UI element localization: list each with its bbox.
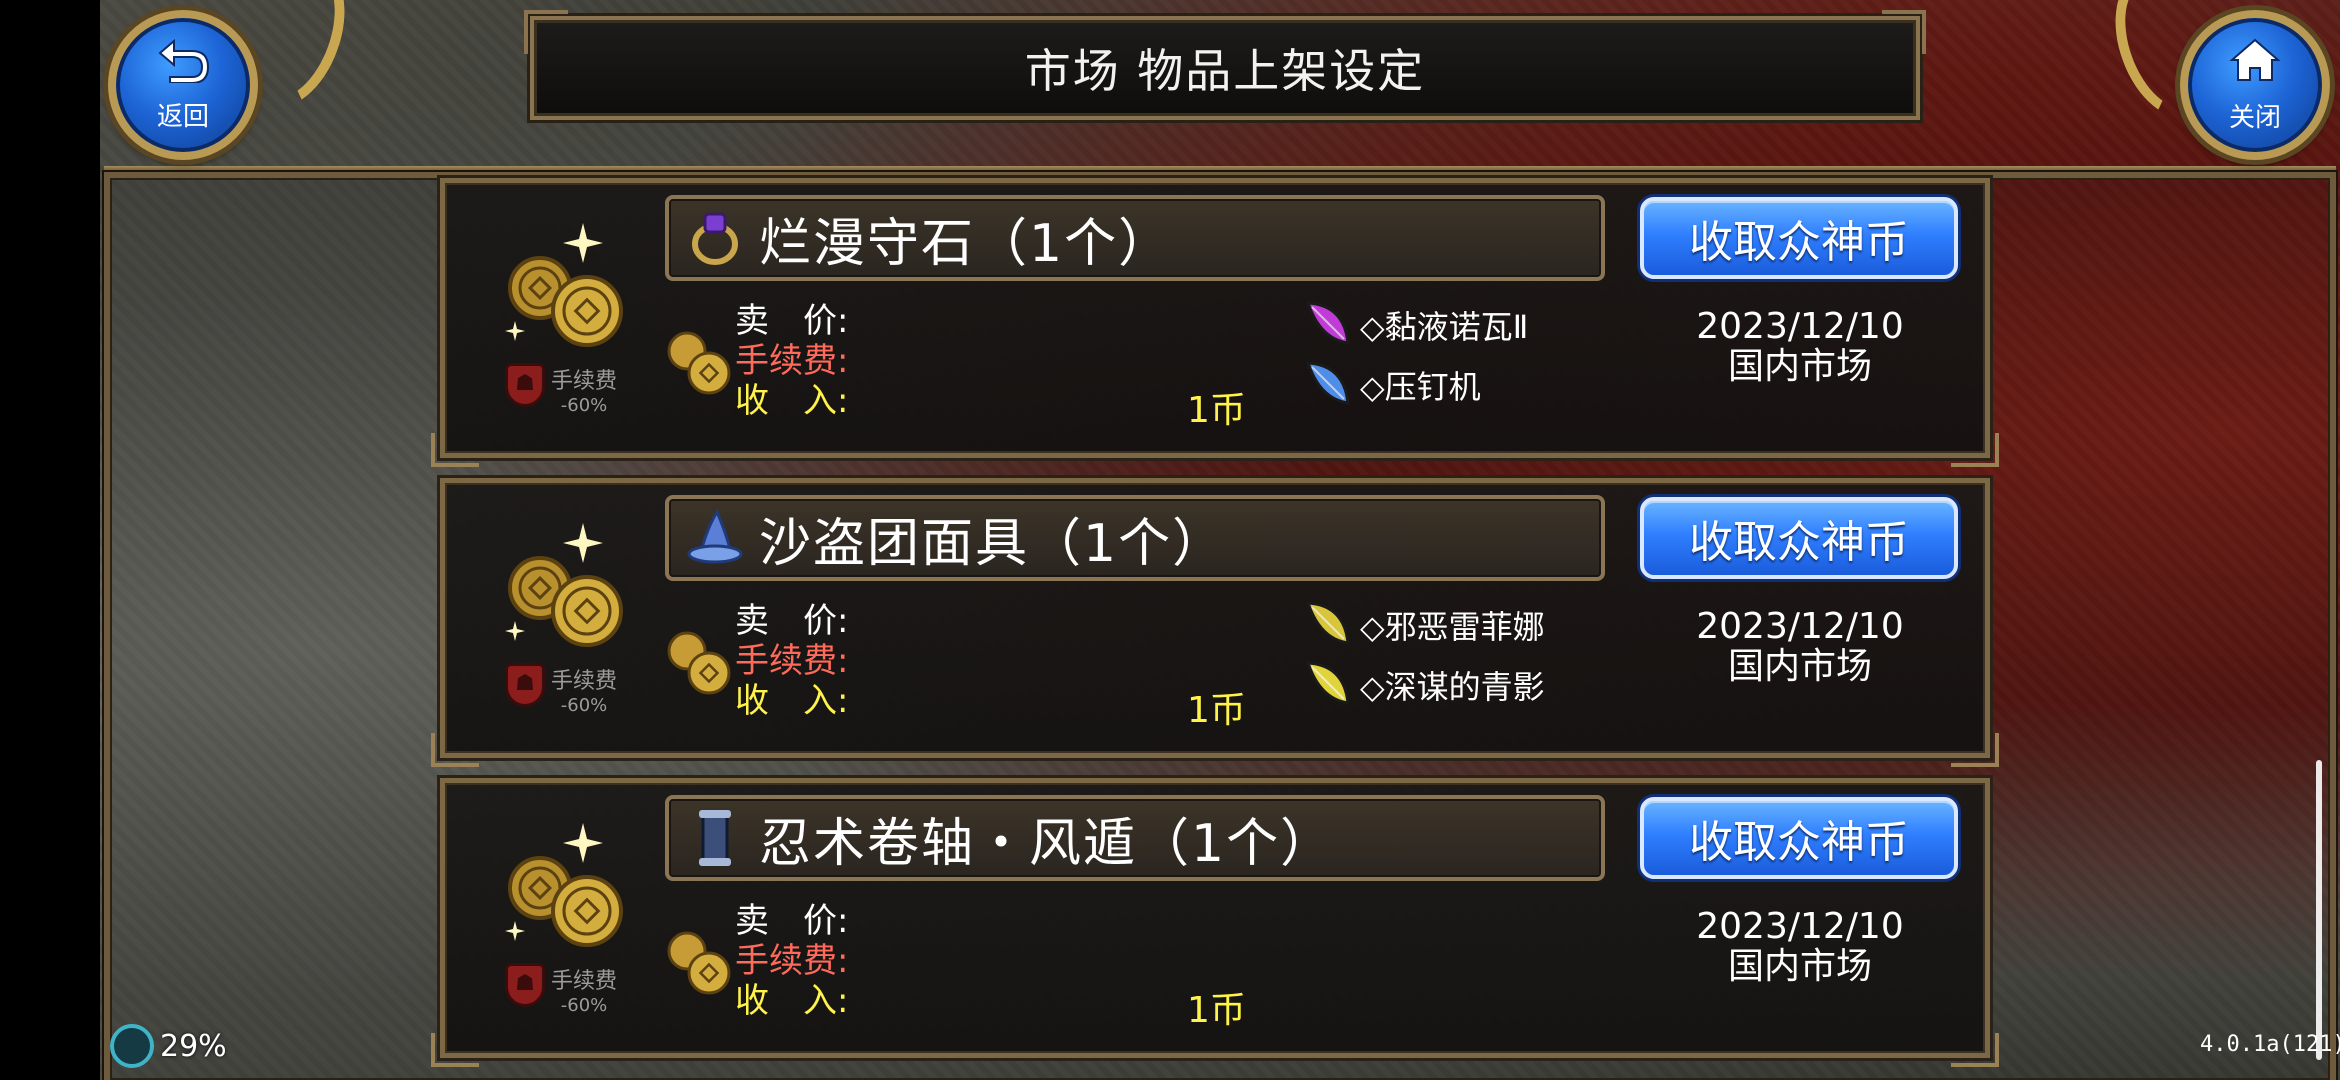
seller-row: ◇压钉机	[1300, 355, 1528, 415]
collect-coins-button[interactable]: 收取众神币	[1640, 797, 1958, 879]
title-bar: 市场 物品上架设定	[524, 10, 1926, 120]
wizard-hat-icon	[687, 508, 743, 568]
close-button[interactable]: 关闭	[2180, 10, 2330, 160]
listing-panel: ☗ 手续费 -60% 沙盗团面具（1个） 收取众神币 卖 价: 手续费: 收 入…	[431, 478, 1999, 767]
close-label: 关闭	[2228, 103, 2281, 133]
seller-row: ◇深谋的青影	[1300, 655, 1545, 715]
listing-date: 2023/12/10	[1696, 606, 1904, 647]
price-label: 卖 价:	[735, 901, 849, 941]
fee-discount-badge: ☗ 手续费 -60%	[505, 363, 617, 416]
listing-date: 2023/12/10	[1696, 906, 1904, 947]
collect-coins-button[interactable]: 收取众神币	[1640, 497, 1958, 579]
fee-badge-label: 手续费	[551, 369, 618, 394]
feather-icon	[1300, 655, 1356, 715]
fee-badge-percent: -60%	[560, 995, 608, 1016]
seller-row: ◇黏液诺瓦Ⅱ	[1300, 295, 1528, 355]
fee-label: 手续费:	[735, 341, 849, 381]
battery-icon	[110, 1024, 154, 1068]
fee-discount-badge: ☗ 手续费 -60%	[505, 963, 617, 1016]
listing-date: 2023/12/10	[1696, 306, 1904, 347]
listing-panel: ☗ 手续费 -60% 忍术卷轴・风遁（1个） 收取众神币 卖 价: 手续费: 收…	[431, 778, 1999, 1067]
market-name: 国内市场	[1727, 646, 1872, 687]
income-label: 收 入:	[735, 381, 849, 421]
feather-icon	[1300, 295, 1356, 355]
income-value: 1币	[1187, 990, 1246, 1031]
demon-shield-icon: ☗	[505, 963, 545, 1007]
price-label: 卖 价:	[735, 601, 849, 641]
fee-badge-label: 手续费	[551, 969, 618, 994]
listing-date-box: 2023/12/10 国内市场	[1635, 307, 1965, 387]
seller-name: ◇深谋的青影	[1360, 668, 1545, 706]
fee-label: 手续费:	[735, 941, 849, 981]
battery-indicator: 29%	[110, 1024, 227, 1068]
item-name: 忍术卷轴・风遁（1个）	[759, 813, 1335, 874]
feather-icon	[1300, 355, 1356, 415]
income-label: 收 入:	[735, 681, 849, 721]
small-coins-icon	[663, 325, 735, 397]
version-label: 4.0.1a(121)	[2200, 1032, 2340, 1057]
seller-list: ◇黏液诺瓦Ⅱ ◇压钉机	[1300, 295, 1528, 415]
listing-date-box: 2023/12/10 国内市场	[1635, 607, 1965, 687]
scrollbar[interactable]	[2316, 760, 2322, 1060]
market-name: 国内市场	[1727, 946, 1872, 987]
item-name: 烂漫守石（1个）	[759, 213, 1173, 274]
seller-list: ◇邪恶雷菲娜 ◇深谋的青影	[1300, 595, 1545, 715]
back-arrow-icon	[156, 37, 210, 92]
home-icon	[2228, 36, 2282, 93]
fee-badge-percent: -60%	[560, 395, 608, 416]
back-label: 返回	[156, 102, 209, 132]
seller-name: ◇压钉机	[1360, 368, 1481, 406]
ring-icon	[687, 208, 743, 268]
gold-coins-icon	[495, 813, 635, 953]
fee-badge-label: 手续费	[551, 669, 618, 694]
fee-discount-badge: ☗ 手续费 -60%	[505, 663, 617, 716]
battery-text: 29%	[160, 1028, 227, 1064]
market-name: 国内市场	[1727, 346, 1872, 387]
fee-badge-percent: -60%	[560, 695, 608, 716]
income-label: 收 入:	[735, 981, 849, 1021]
demon-shield-icon: ☗	[505, 663, 545, 707]
item-name: 沙盗团面具（1个）	[759, 513, 1227, 574]
listing-date-box: 2023/12/10 国内市场	[1635, 907, 1965, 987]
page-title: 市场 物品上架设定	[1024, 44, 1426, 98]
scroll-icon	[687, 808, 743, 868]
screen-left-bar	[0, 0, 100, 1080]
seller-name: ◇黏液诺瓦Ⅱ	[1360, 308, 1529, 346]
small-coins-icon	[663, 925, 735, 997]
seller-name: ◇邪恶雷菲娜	[1360, 608, 1545, 646]
income-value: 1币	[1187, 690, 1246, 731]
feather-icon	[1300, 595, 1356, 655]
gold-coins-icon	[495, 213, 635, 353]
income-value: 1币	[1187, 390, 1246, 431]
small-coins-icon	[663, 625, 735, 697]
collect-coins-button[interactable]: 收取众神币	[1640, 197, 1958, 279]
seller-row: ◇邪恶雷菲娜	[1300, 595, 1545, 655]
listing-panel: ☗ 手续费 -60% 烂漫守石（1个） 收取众神币 卖 价: 手续费: 收 入:…	[431, 178, 1999, 467]
item-name-bar[interactable]: 忍术卷轴・风遁（1个）	[665, 795, 1605, 881]
gold-coins-icon	[495, 513, 635, 653]
demon-shield-icon: ☗	[505, 363, 545, 407]
back-button[interactable]: 返回	[108, 10, 258, 160]
price-label: 卖 价:	[735, 301, 849, 341]
item-name-bar[interactable]: 沙盗团面具（1个）	[665, 495, 1605, 581]
fee-label: 手续费:	[735, 641, 849, 681]
item-name-bar[interactable]: 烂漫守石（1个）	[665, 195, 1605, 281]
